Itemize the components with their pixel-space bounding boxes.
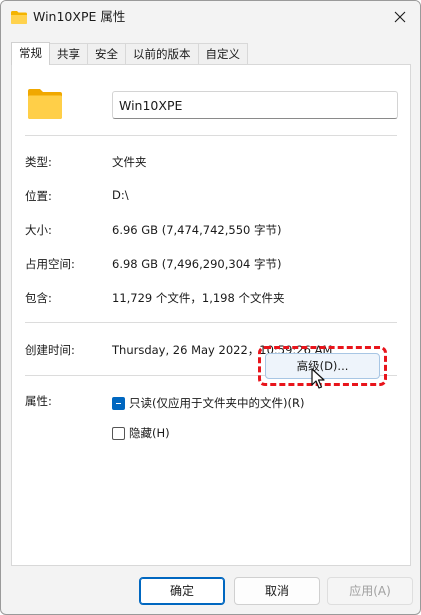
properties-window: Win10XPE 属性 常规 共享 安全 以前的版本 自定义 类型: 文件夹 位…	[0, 0, 421, 615]
tab-security[interactable]: 安全	[87, 43, 126, 64]
readonly-checkbox[interactable]: 只读(仅应用于文件夹中的文件)(R)	[112, 395, 304, 411]
general-panel: 类型: 文件夹 位置: D:\ 大小: 6.96 GB (7,474,742,5…	[11, 64, 411, 566]
hidden-checkbox[interactable]: 隐藏(H)	[112, 425, 170, 441]
attributes-label: 属性:	[25, 394, 52, 408]
tab-customize[interactable]: 自定义	[197, 43, 248, 64]
contains-label: 包含:	[25, 291, 52, 305]
tab-general[interactable]: 常规	[11, 42, 50, 65]
size-value: 6.96 GB (7,474,742,550 字节)	[112, 223, 282, 237]
folder-name-input[interactable]	[112, 91, 398, 119]
tab-previous-versions[interactable]: 以前的版本	[125, 43, 199, 64]
window-title: Win10XPE 属性	[33, 9, 126, 24]
readonly-checkbox-box[interactable]	[112, 396, 125, 410]
tab-strip: 常规 共享 安全 以前的版本 自定义	[11, 42, 248, 65]
type-label: 类型:	[25, 155, 52, 169]
ok-button[interactable]: 确定	[139, 577, 225, 605]
divider	[25, 322, 397, 323]
cancel-button[interactable]: 取消	[234, 577, 320, 605]
mouse-pointer-icon	[311, 368, 325, 389]
divider	[25, 135, 397, 136]
readonly-checkbox-label: 只读(仅应用于文件夹中的文件)(R)	[129, 396, 305, 410]
hidden-checkbox-box[interactable]	[112, 426, 125, 440]
folder-icon	[28, 89, 62, 119]
tab-sharing[interactable]: 共享	[49, 43, 88, 64]
title-bar: Win10XPE 属性	[1, 1, 420, 35]
size-on-disk-label: 占用空间:	[25, 257, 75, 271]
close-icon	[394, 11, 406, 23]
location-label: 位置:	[25, 189, 52, 203]
hidden-checkbox-label: 隐藏(H)	[129, 426, 170, 440]
size-on-disk-value: 6.98 GB (7,496,290,304 字节)	[112, 257, 282, 271]
close-button[interactable]	[386, 3, 414, 31]
type-value: 文件夹	[112, 155, 147, 169]
size-label: 大小:	[25, 223, 52, 237]
contains-value: 11,729 个文件，1,198 个文件夹	[112, 291, 285, 305]
folder-icon	[11, 11, 27, 24]
created-label: 创建时间:	[25, 343, 75, 357]
location-value: D:\	[112, 188, 129, 202]
apply-button[interactable]: 应用(A)	[327, 577, 413, 605]
